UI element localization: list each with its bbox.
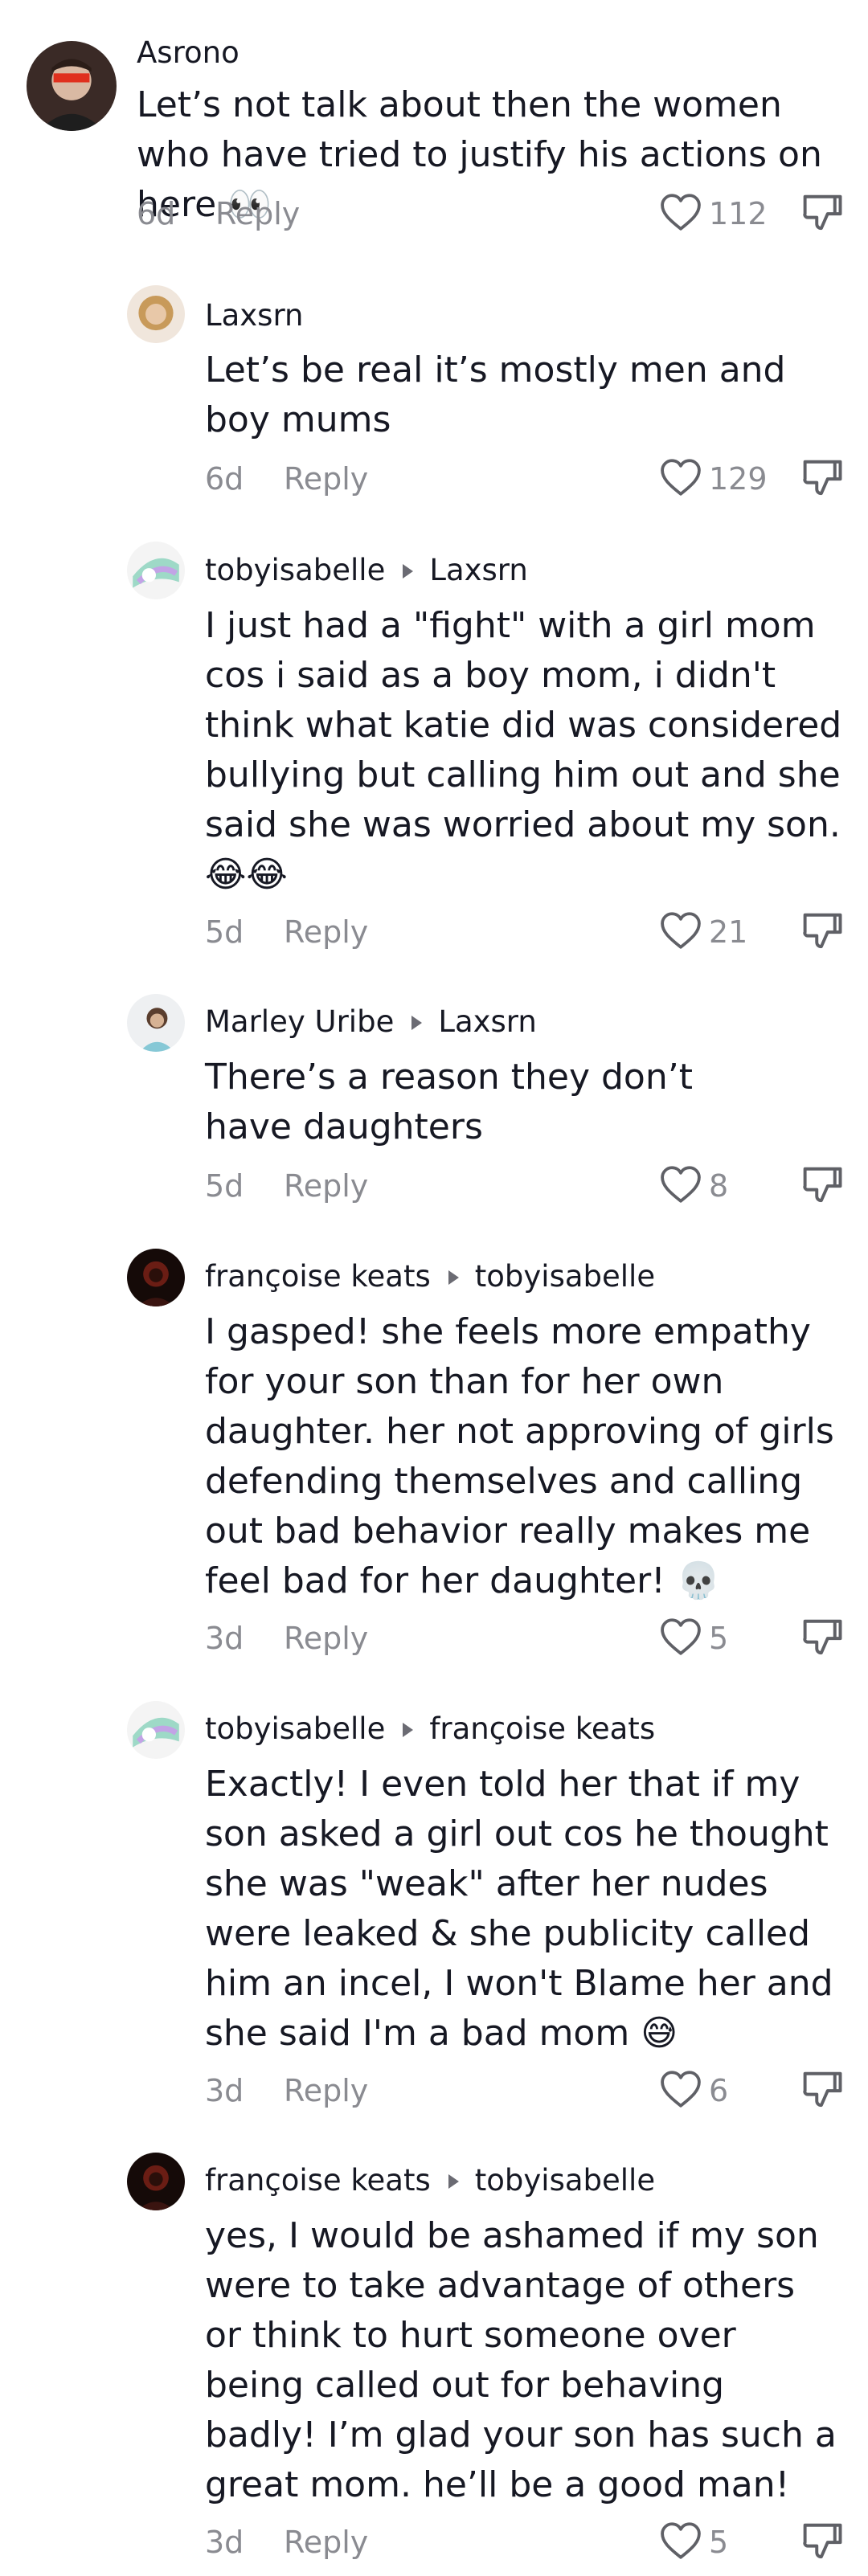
like-count: 112: [709, 196, 768, 231]
like-count: 5: [709, 2525, 729, 2560]
dislike-icon[interactable]: [800, 456, 844, 500]
comment-date: 3d: [205, 2525, 244, 2560]
reply-arrow-icon: [448, 2173, 459, 2189]
comment-text: There’s a reason they don’t have daughte…: [205, 1057, 693, 1147]
comment-author[interactable]: tobyisabelle: [205, 553, 385, 587]
comment-date: 3d: [205, 2073, 244, 2108]
comment-author-line: Laxsrn: [205, 296, 303, 335]
dislike-icon[interactable]: [800, 1163, 844, 1207]
comment-author-line: Marley Uribe Laxsrn: [205, 1003, 537, 1041]
reply-to-author[interactable]: tobyisabelle: [475, 2163, 655, 2198]
reply-to-author[interactable]: Laxsrn: [438, 1004, 536, 1039]
dislike-icon[interactable]: [800, 2520, 844, 2563]
like-count: 6: [709, 2073, 729, 2108]
comment-date: 6d: [205, 461, 244, 497]
reply-to-author[interactable]: Laxsrn: [429, 553, 527, 587]
comment-author[interactable]: tobyisabelle: [205, 1711, 385, 1746]
comment-author-line: tobyisabelle françoise keats: [205, 1710, 655, 1748]
heart-icon[interactable]: [659, 911, 702, 950]
reply-button[interactable]: Reply: [284, 913, 368, 951]
comment-text: I just had a "fight" with a girl mom cos…: [205, 605, 842, 895]
avatar[interactable]: [127, 285, 185, 343]
comment-date: 5d: [205, 914, 244, 950]
heart-icon[interactable]: [659, 1165, 702, 1204]
heart-icon[interactable]: [659, 193, 702, 231]
comment-text: I gasped! she feels more empathy for you…: [205, 1311, 834, 1601]
reply-button[interactable]: Reply: [215, 194, 300, 233]
reply-button[interactable]: Reply: [284, 2071, 368, 2110]
avatar[interactable]: [127, 994, 185, 1052]
comment-author[interactable]: Marley Uribe: [205, 1004, 394, 1039]
comment-author-line: françoise keats tobyisabelle: [205, 2161, 655, 2200]
comment-author-line: tobyisabelle Laxsrn: [205, 551, 528, 590]
avatar[interactable]: [127, 1701, 185, 1759]
comment-author[interactable]: Laxsrn: [205, 298, 303, 333]
comment-author[interactable]: françoise keats: [205, 2163, 431, 2198]
dislike-icon[interactable]: [800, 2068, 844, 2112]
reply-button[interactable]: Reply: [284, 1167, 368, 1205]
avatar[interactable]: [127, 2153, 185, 2210]
comment-author-line: Asrono: [137, 34, 240, 72]
heart-icon[interactable]: [659, 2070, 702, 2108]
avatar[interactable]: [127, 542, 185, 599]
comment-text: Let’s be real it’s mostly men and boy mu…: [205, 350, 786, 440]
like-count: 129: [709, 461, 768, 497]
comment-date: 6d: [137, 196, 176, 231]
heart-icon[interactable]: [659, 1617, 702, 1656]
like-count: 8: [709, 1168, 729, 1204]
dislike-icon[interactable]: [800, 910, 844, 953]
comment-text: Exactly! I even told her that if my son …: [205, 1764, 833, 2054]
reply-to-author[interactable]: tobyisabelle: [475, 1259, 655, 1294]
reply-button[interactable]: Reply: [284, 2523, 368, 2562]
reply-button[interactable]: Reply: [284, 460, 368, 498]
reply-arrow-icon: [448, 1270, 459, 1285]
dislike-icon[interactable]: [800, 191, 844, 235]
comment-date: 3d: [205, 1621, 244, 1656]
reply-arrow-icon: [403, 1722, 414, 1737]
like-count: 21: [709, 914, 748, 950]
heart-icon[interactable]: [659, 458, 702, 497]
comment-author[interactable]: Asrono: [137, 35, 240, 70]
comment-author[interactable]: françoise keats: [205, 1259, 431, 1294]
reply-arrow-icon: [411, 1015, 423, 1030]
reply-arrow-icon: [403, 563, 414, 579]
reply-to-author[interactable]: françoise keats: [429, 1711, 655, 1746]
comment-date: 5d: [205, 1168, 244, 1204]
comment-author-line: françoise keats tobyisabelle: [205, 1257, 655, 1296]
avatar[interactable]: [27, 41, 117, 131]
avatar[interactable]: [127, 1249, 185, 1306]
heart-icon[interactable]: [659, 2521, 702, 2560]
reply-button[interactable]: Reply: [284, 1619, 368, 1658]
comment-text: yes, I would be ashamed if my son were t…: [205, 2215, 837, 2505]
like-count: 5: [709, 1621, 729, 1656]
dislike-icon[interactable]: [800, 1616, 844, 1659]
